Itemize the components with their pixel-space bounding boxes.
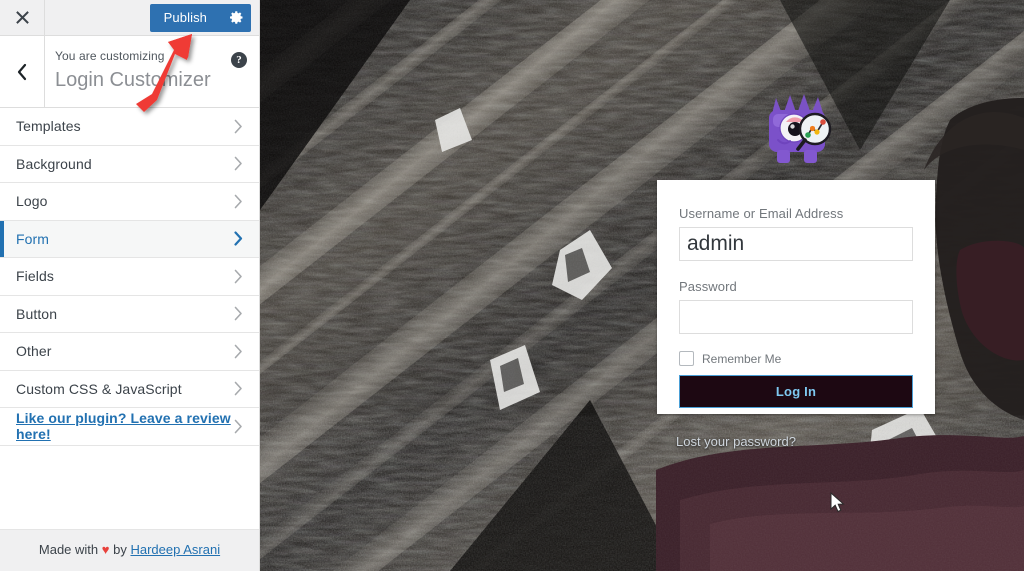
customizer-screen: Publish You are customizing Login Custom… [0,0,1024,571]
customizer-header: You are customizing Login Customizer ? [0,36,259,108]
remember-me-row: Remember Me [679,351,913,366]
panel-item-label: Background [16,155,92,172]
username-input[interactable] [679,227,913,261]
panel-item-label: Custom CSS & JavaScript [16,380,182,397]
password-input[interactable] [679,300,913,334]
back-button[interactable] [0,36,45,107]
publish-group: Publish [149,0,259,35]
close-icon [15,11,29,24]
chevron-right-icon [234,381,243,396]
footer-middle: by [113,542,127,557]
chevron-right-icon [234,419,243,434]
panel-item-label: Button [16,305,58,322]
chevron-right-icon [234,194,243,209]
help-button[interactable]: ? [219,36,259,107]
field-spacer [679,261,913,279]
login-page-preview: Username or Email Address Password Remem… [260,0,1024,571]
chevron-right-icon [234,306,243,321]
panel-item-other[interactable]: Other [0,333,259,371]
panel-item-label: Templates [16,118,81,135]
chevron-right-icon [234,231,243,246]
chevron-left-icon [17,63,27,80]
password-label: Password [679,279,737,294]
panel-item-fields[interactable]: Fields [0,258,259,296]
publish-button[interactable]: Publish [149,3,221,32]
chevron-right-icon [234,344,243,359]
panel-item-label: Like our plugin? Leave a review here! [16,410,231,443]
panel-item-background[interactable]: Background [0,145,259,183]
username-label: Username or Email Address [679,206,844,221]
footer-prefix: Made with [38,542,99,557]
panel-item-custom-css-javascript[interactable]: Custom CSS & JavaScript [0,370,259,408]
footer-author-link[interactable]: Hardeep Asrani [130,542,220,557]
panel-item-label: Other [16,343,52,360]
customizer-panel-list: Templates Background Logo Form Fields Button O… [0,108,259,529]
remember-me-label: Remember Me [702,351,782,366]
publish-settings-button[interactable] [221,3,251,32]
gear-icon [230,11,243,24]
panel-item-like-our-plugin-leave-a-review-here[interactable]: Like our plugin? Leave a review here! [0,408,259,446]
lost-password-link[interactable]: Lost your password? [676,434,796,449]
heart-icon: ♥ [101,542,110,557]
monster-magnifier-logo [769,94,832,163]
panel-item-button[interactable]: Button [0,295,259,333]
customizer-topbar: Publish [0,0,259,36]
help-icon: ? [231,52,247,68]
customizer-sidebar: Publish You are customizing Login Custom… [0,0,260,571]
chevron-right-icon [234,119,243,134]
panel-item-logo[interactable]: Logo [0,183,259,221]
panel-item-form[interactable]: Form [0,220,259,258]
log-in-button[interactable]: Log In [679,375,913,408]
panel-item-templates[interactable]: Templates [0,108,259,146]
chevron-right-icon [234,269,243,284]
chevron-right-icon [234,156,243,171]
panel-item-label: Logo [16,193,48,210]
login-form-card: Username or Email Address Password Remem… [657,180,935,414]
close-customizer-button[interactable] [0,0,45,35]
sidebar-footer: Made with ♥ by Hardeep Asrani [0,529,259,571]
header-text-block: You are customizing Login Customizer [45,36,219,107]
customizing-eyebrow: You are customizing [55,49,165,63]
page-title: Login Customizer [55,69,211,91]
panel-item-label: Fields [16,268,54,285]
panel-item-label: Form [16,230,50,247]
remember-me-checkbox[interactable] [679,351,694,366]
